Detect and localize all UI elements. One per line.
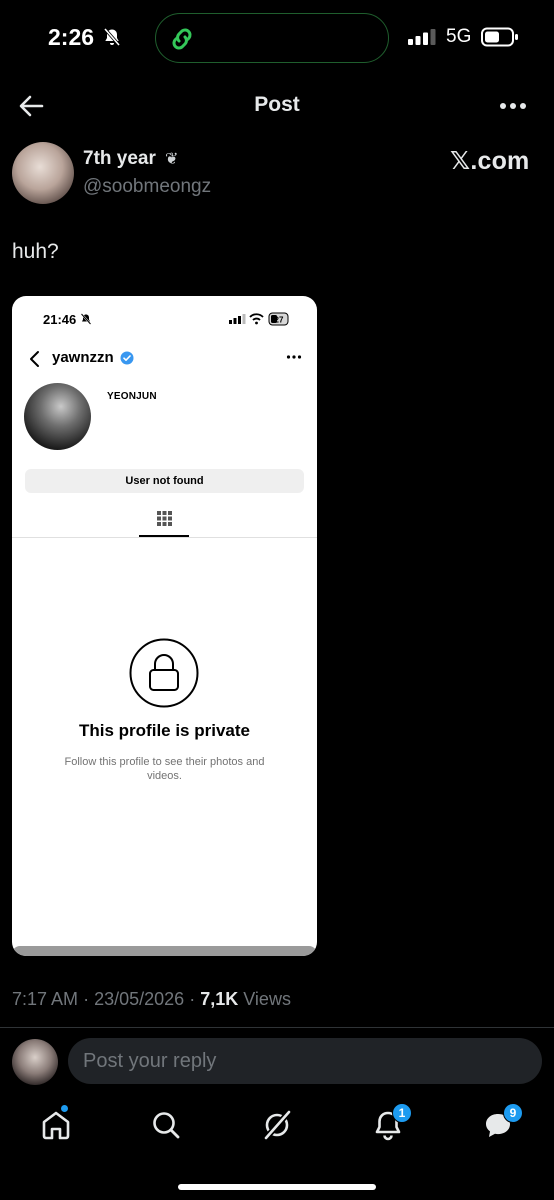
views-label: Views <box>243 989 291 1009</box>
private-subtitle: Follow this profile to see their photos … <box>64 756 265 782</box>
embedded-username: yawnzzn <box>52 349 114 366</box>
more-options-icon[interactable] <box>498 96 528 116</box>
page-title: Post <box>254 93 300 116</box>
post-meta: 7:17 AM · 23/05/2026 · 7,1K Views <box>12 989 291 1010</box>
more-options-icon <box>286 355 302 359</box>
embedded-avatar <box>24 383 91 450</box>
reply-avatar <box>12 1039 58 1085</box>
meta-separator: · <box>189 989 196 1009</box>
home-unread-dot <box>60 1104 69 1113</box>
meta-separator: · <box>83 989 90 1009</box>
divider <box>12 537 317 538</box>
private-title: This profile is private <box>79 721 250 740</box>
embedded-status-time: 21:46 <box>43 312 77 327</box>
home-indicator[interactable] <box>178 1184 376 1190</box>
lock-icon <box>129 638 199 708</box>
verified-badge-icon <box>120 351 134 365</box>
status-time: 2:26 <box>48 24 95 50</box>
signal-icon <box>408 29 436 45</box>
chevron-left-icon <box>30 351 39 367</box>
embedded-status-icons: 27 <box>229 312 289 326</box>
embedded-profile-name: YEONJUN <box>107 391 157 402</box>
post-header: Post <box>0 84 554 128</box>
bell-muted-icon <box>80 313 92 325</box>
embedded-bottom-sheet <box>12 946 317 956</box>
post-time: 7:17 AM <box>12 989 79 1009</box>
author-display-name[interactable]: 7th year <box>83 148 156 170</box>
notifications-badge: 1 <box>392 1103 412 1123</box>
author-handle[interactable]: @soobmeongz <box>83 176 211 198</box>
network-type: 5G <box>446 26 472 47</box>
home-icon[interactable] <box>39 1108 73 1142</box>
messages-badge: 9 <box>503 1103 523 1123</box>
divider <box>0 1027 554 1028</box>
name-glyph: ❦ <box>165 151 179 168</box>
link-icon <box>172 28 192 50</box>
battery-icon <box>481 27 518 47</box>
embedded-battery-level: 27 <box>275 316 284 325</box>
bell-muted-icon <box>103 27 121 47</box>
status-bar: 2:26 5G <box>0 0 554 76</box>
post-text: huh? <box>12 240 59 263</box>
user-not-found-button: User not found <box>25 469 304 493</box>
source-badge: 𝕏.com <box>450 147 530 175</box>
dynamic-island[interactable] <box>155 13 389 63</box>
post-image[interactable]: 21:46 27 yawnzzn YEONJUN User not found … <box>12 296 317 956</box>
search-icon[interactable] <box>149 1108 183 1142</box>
views-count[interactable]: 7,1K <box>200 989 238 1009</box>
post-date: 23/05/2026 <box>94 989 185 1009</box>
grok-icon[interactable] <box>260 1108 294 1142</box>
author-avatar[interactable] <box>12 142 74 204</box>
reply-input[interactable] <box>68 1038 542 1084</box>
grid-icon <box>157 511 172 526</box>
